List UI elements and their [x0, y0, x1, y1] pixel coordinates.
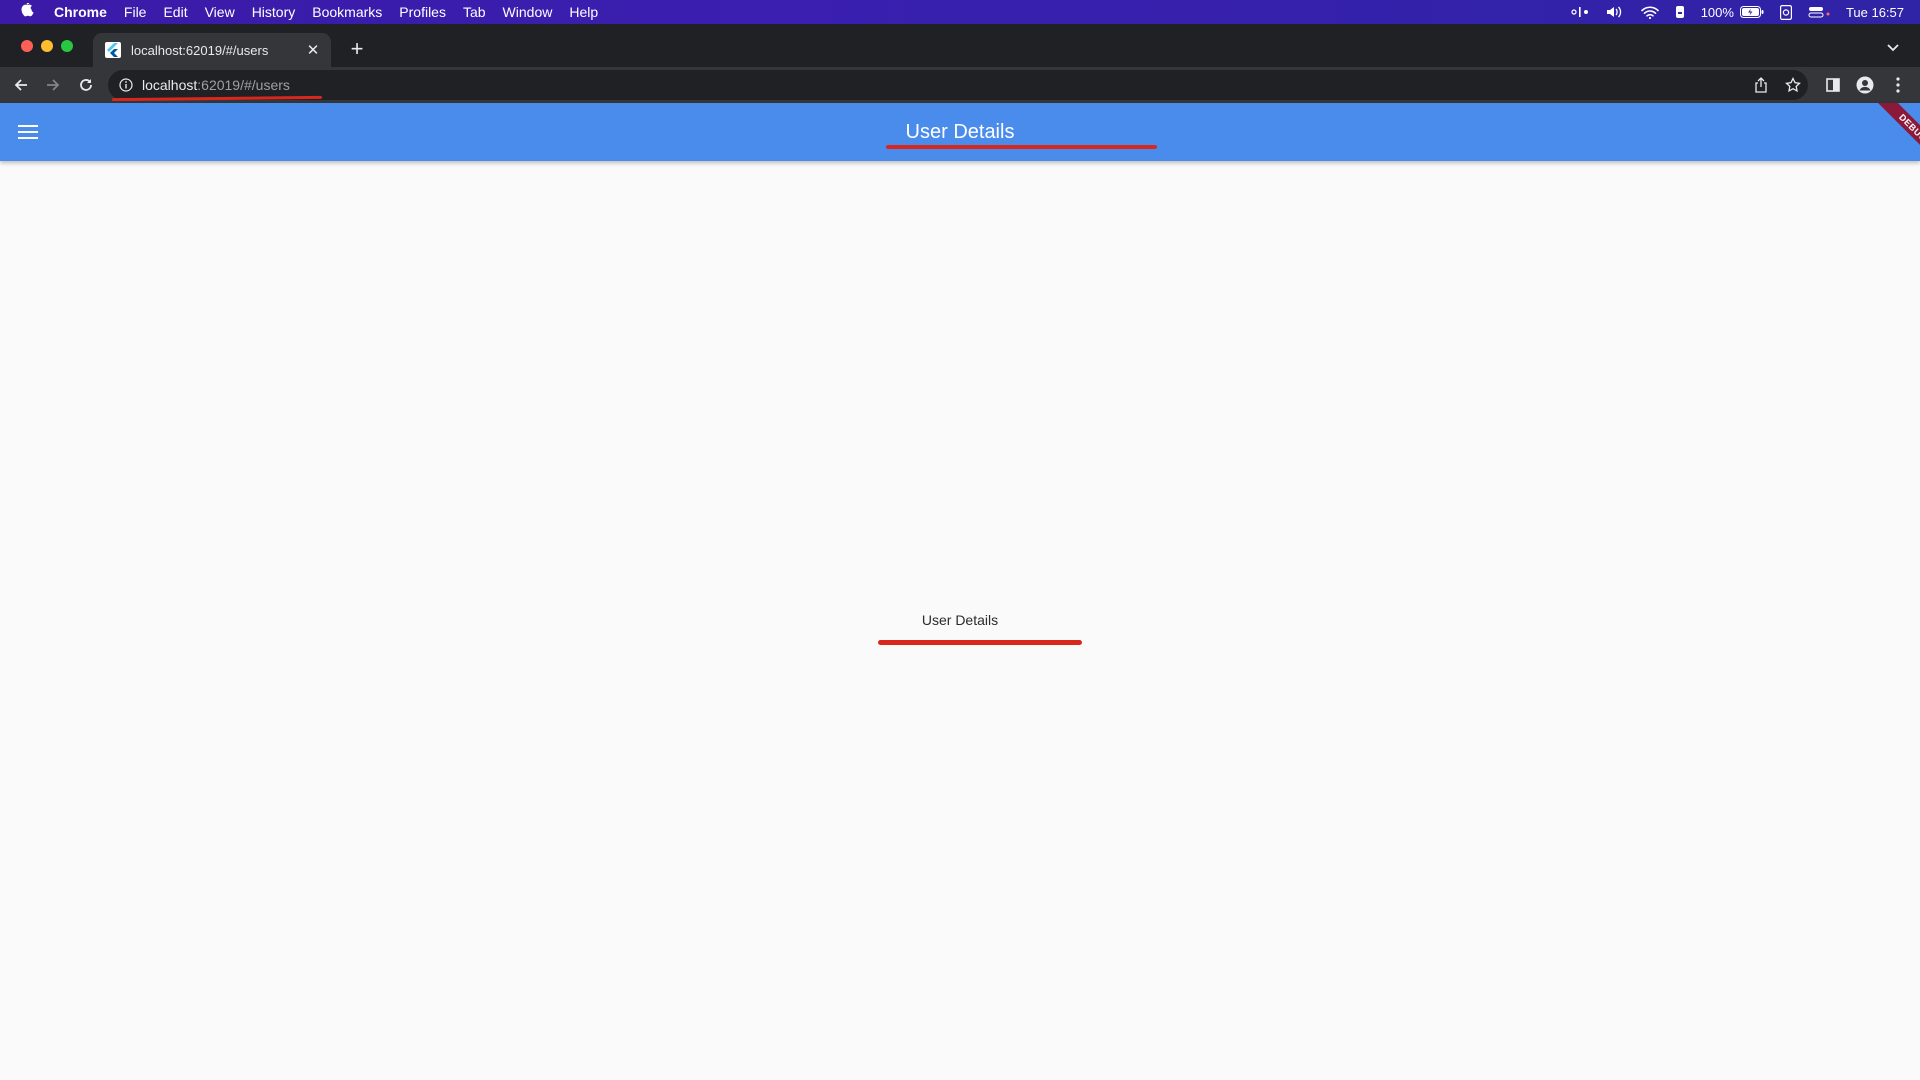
tab-search-chevron-down-icon[interactable]	[1886, 39, 1906, 55]
menu-edit[interactable]: Edit	[163, 4, 187, 20]
chrome-menu-kebab-icon[interactable]	[1886, 73, 1910, 97]
new-tab-plus-icon[interactable]: +	[345, 37, 369, 61]
back-arrow-icon[interactable]	[9, 73, 33, 97]
wifi-icon[interactable]	[1640, 6, 1659, 19]
screen-time-icon[interactable]	[1779, 4, 1792, 20]
menu-file[interactable]: File	[124, 4, 147, 20]
site-info-icon[interactable]	[118, 77, 134, 93]
title-underline-annotation	[886, 145, 1157, 149]
share-icon[interactable]	[1749, 73, 1773, 97]
window-minimize-button[interactable]	[41, 40, 53, 52]
tab-title: localhost:62019/#/users	[131, 42, 269, 58]
menu-profiles[interactable]: Profiles	[399, 4, 446, 20]
app-bar: User Details DEBUG	[0, 103, 1920, 161]
window-close-button[interactable]	[21, 40, 33, 52]
menu-history[interactable]: History	[252, 4, 296, 20]
body-text-underline-annotation	[878, 640, 1082, 645]
apple-menu-icon[interactable]	[14, 1, 40, 21]
debug-banner-label: DEBUG	[1876, 103, 1920, 161]
browser-tab-active[interactable]: localhost:62019/#/users ✕	[93, 33, 331, 67]
window-zoom-button[interactable]	[61, 40, 73, 52]
forward-arrow-icon[interactable]	[41, 73, 65, 97]
app-bar-title: User Details	[905, 121, 1015, 143]
battery-percent: 100%	[1700, 4, 1734, 20]
screen-record-icon[interactable]	[1571, 6, 1589, 18]
user-details-body-text: User Details	[921, 612, 999, 628]
tab-close-icon[interactable]: ✕	[303, 41, 323, 59]
reload-icon[interactable]	[74, 73, 98, 97]
menu-view[interactable]: View	[205, 4, 235, 20]
address-bar[interactable]: localhost:62019/#/users	[108, 70, 1808, 100]
menu-window[interactable]: Window	[503, 4, 553, 20]
menu-help[interactable]: Help	[569, 4, 598, 20]
url-host: localhost	[142, 77, 198, 93]
side-panel-icon[interactable]	[1821, 73, 1845, 97]
menu-bookmarks[interactable]: Bookmarks	[312, 4, 382, 20]
volume-icon[interactable]	[1605, 5, 1625, 19]
user-status-icon[interactable]	[1675, 5, 1685, 19]
menu-bar-clock[interactable]: Tue 16:57	[1846, 5, 1904, 20]
menu-app-chrome[interactable]: Chrome	[54, 4, 107, 20]
menu-tab[interactable]: Tab	[463, 4, 486, 20]
control-center-icon[interactable]	[1808, 6, 1830, 18]
url-path: :62019/#/users	[197, 77, 290, 93]
menu-bar-status-area: 100% Tue 16:57	[1571, 0, 1920, 24]
macos-menu-bar: Chrome File Edit View History Bookmarks …	[0, 0, 1920, 24]
profile-avatar-icon[interactable]	[1853, 73, 1877, 97]
flutter-favicon-icon	[105, 42, 121, 58]
bookmark-star-icon[interactable]	[1781, 73, 1805, 97]
battery-icon[interactable]	[1739, 6, 1764, 18]
browser-tab-strip: localhost:62019/#/users ✕ +	[0, 24, 1920, 67]
debug-banner: DEBUG	[1862, 103, 1920, 161]
